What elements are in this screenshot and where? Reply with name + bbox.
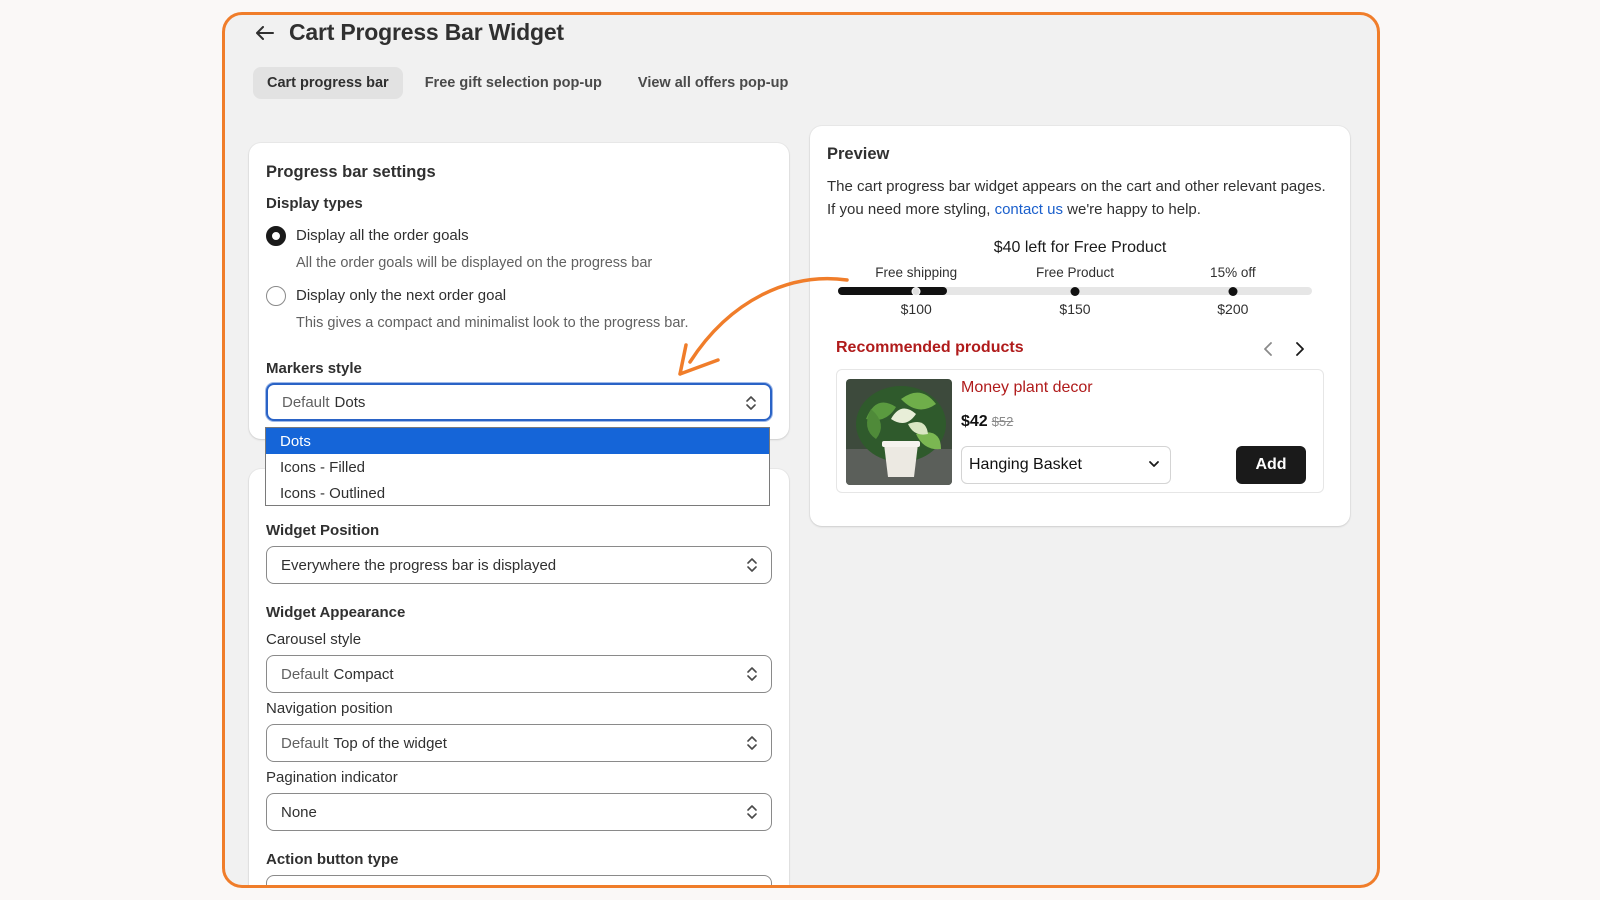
add-to-cart-button[interactable]: Add [1236,446,1306,484]
goal-label-free-product: Free Product [1035,265,1115,280]
product-name[interactable]: Money plant decor [961,379,1093,397]
select-chevron-icon [747,667,757,681]
goal-label-discount: 15% off [1210,265,1256,280]
goal-label-free-shipping: Free shipping [875,265,958,280]
chevron-left-icon[interactable] [1258,339,1278,359]
widget-position-select[interactable]: Everywhere the progress bar is displayed [266,546,772,584]
navigation-select-value: Top of the widget [333,734,447,752]
progress-headline: $40 left for Free Product [993,239,1167,256]
contact-us-link[interactable]: contact us [995,201,1063,218]
select-chevron-icon [747,805,757,819]
widget-settings-card: Widget Position Everywhere the progress … [249,469,789,885]
chevron-down-icon [1149,461,1159,467]
page-header: Cart Progress Bar Widget [255,19,564,46]
carousel-style-select[interactable]: Default Compact [266,655,772,693]
markers-style-dropdown: Dots Icons - Filled Icons - Outlined [265,427,770,506]
page-title: Cart Progress Bar Widget [289,19,564,45]
carousel-select-prefix: Default [281,665,329,683]
radio-all-goals[interactable] [266,226,286,246]
pagination-value: None [281,803,317,821]
tab-bar: Cart progress bar Free gift selection po… [253,67,802,99]
settings-title: Progress bar settings [266,163,436,181]
product-compare-price: $52 [991,414,1014,429]
product-image[interactable] [846,379,952,485]
carousel-select-value: Compact [333,665,394,683]
preview-desc-text-end: we're happy to help. [1067,201,1201,218]
markers-select-prefix: Default [282,393,330,411]
markers-select-value: Dots [334,393,366,411]
pagination-indicator-select[interactable]: None [266,793,772,831]
markers-style-label: Markers style [266,360,362,377]
product-sale-price: $42 [961,413,988,430]
tab-view-all-offers-popup[interactable]: View all offers pop-up [624,67,802,99]
arrow-left-icon[interactable] [255,23,275,43]
product-price: $42 $52 [961,413,1013,431]
navigation-select-prefix: Default [281,734,329,752]
navigation-position-label: Navigation position [266,700,393,717]
goal-amount: $100 [900,301,932,317]
radio-all-goals-help: All the order goals will be displayed on… [296,255,653,271]
markers-style-select[interactable]: Default Dots [266,383,772,421]
select-chevron-icon [746,396,756,410]
select-chevron-icon [747,736,757,750]
progress-bar-settings-card: Progress bar settings Display types Disp… [249,143,789,439]
option-icons-filled[interactable]: Icons - Filled [266,454,769,480]
radio-all-goals-label[interactable]: Display all the order goals [296,227,469,244]
radio-next-goal-help: This gives a compact and minimalist look… [296,315,689,331]
widget-position-value: Everywhere the progress bar is displayed [281,556,557,574]
radio-next-goal[interactable] [266,286,286,306]
variant-select[interactable]: Hanging Basket [961,446,1171,484]
preview-card: Preview The cart progress bar widget app… [810,126,1350,526]
goal-marker-dot [911,286,921,296]
action-button-type-label: Action button type [266,851,399,868]
variant-value: Hanging Basket [969,456,1082,473]
goal-marker-dot [1070,286,1080,296]
navigation-position-select[interactable]: Default Top of the widget [266,724,772,762]
goal-marker-dot [1228,286,1238,296]
select-chevron-icon [747,558,757,572]
progress-fill [838,287,948,295]
chevron-right-icon[interactable] [1290,339,1310,359]
action-button-type-select[interactable] [266,875,772,885]
option-icons-outlined[interactable]: Icons - Outlined [266,480,769,506]
pagination-indicator-label: Pagination indicator [266,769,398,786]
radio-next-goal-label[interactable]: Display only the next order goal [296,287,506,304]
progress-track [838,286,1312,296]
widget-position-label: Widget Position [266,522,380,539]
widget-appearance-label: Widget Appearance [266,604,406,621]
product-card: Money plant decor $42 $52 Hanging Basket … [836,369,1324,493]
tab-free-gift-popup[interactable]: Free gift selection pop-up [411,67,616,99]
preview-description: The cart progress bar widget appears on … [827,175,1327,221]
recommended-products-title: Recommended products [836,339,1024,356]
goal-amount: $150 [1059,301,1091,317]
goal-amount: $200 [1217,301,1249,317]
preview-title: Preview [827,145,890,163]
option-dots[interactable]: Dots [266,428,769,454]
display-types-label: Display types [266,195,363,212]
carousel-style-label: Carousel style [266,631,362,648]
tab-cart-progress-bar[interactable]: Cart progress bar [253,67,403,99]
